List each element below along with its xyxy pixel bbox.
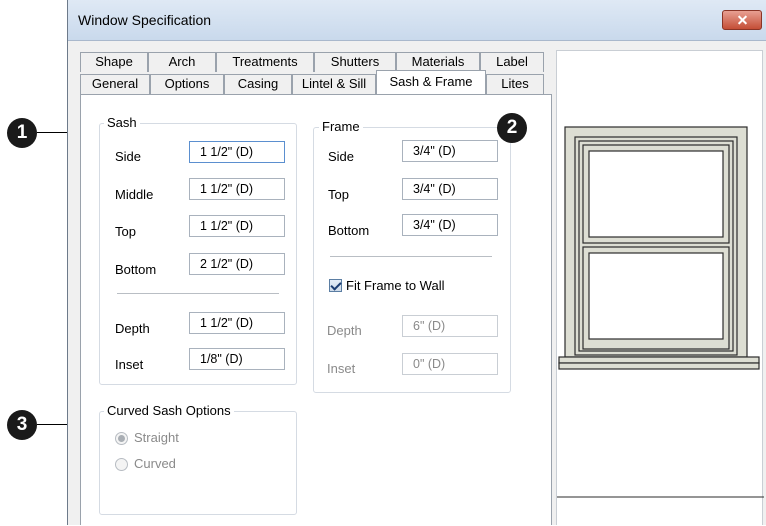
frame-side-label: Side — [328, 149, 355, 164]
frame-top-input[interactable]: 3/4" (D) — [402, 178, 498, 200]
tab-materials[interactable]: Materials — [396, 52, 480, 72]
sash-side-label: Side — [115, 149, 142, 164]
curved-sash-options-title: Curved Sash Options — [104, 403, 234, 418]
frame-side-input[interactable]: 3/4" (D) — [402, 140, 498, 162]
frame-group-title: Frame — [319, 119, 363, 134]
tab-shape[interactable]: Shape — [80, 52, 148, 72]
window-specification-dialog: Window Specification Shape Arch Treatmen… — [67, 0, 766, 525]
callout-1: 1 — [7, 118, 37, 148]
dialog-title: Window Specification — [78, 12, 212, 28]
sash-inset-input[interactable]: 1/8" (D) — [189, 348, 285, 370]
curved-radio[interactable] — [115, 458, 128, 471]
fit-frame-to-wall-checkbox[interactable] — [329, 279, 342, 292]
window-sill — [558, 356, 760, 364]
window-sill-base — [558, 362, 760, 370]
upper-glass — [588, 150, 724, 238]
tab-lintel-sill[interactable]: Lintel & Sill — [292, 74, 376, 94]
sash-top-label: Top — [115, 224, 136, 239]
tab-general[interactable]: General — [80, 74, 150, 94]
frame-top-label: Top — [328, 187, 349, 202]
sash-middle-label: Middle — [115, 187, 154, 202]
tab-arch[interactable]: Arch — [148, 52, 216, 72]
frame-bottom-label: Bottom — [328, 223, 370, 238]
frame-bottom-input[interactable]: 3/4" (D) — [402, 214, 498, 236]
tab-options[interactable]: Options — [150, 74, 224, 94]
sash-side-input[interactable]: 1 1/2" (D) — [189, 141, 285, 163]
sash-inset-label: Inset — [115, 357, 144, 372]
sash-bottom-label: Bottom — [115, 262, 157, 277]
frame-inset-input[interactable]: 0" (D) — [402, 353, 498, 375]
tab-sash-frame[interactable]: Sash & Frame — [376, 70, 486, 94]
close-button[interactable] — [722, 10, 762, 30]
callout-2: 2 — [497, 113, 527, 143]
window-preview-drawing — [557, 126, 764, 498]
sash-depth-input[interactable]: 1 1/2" (D) — [189, 312, 285, 334]
window-preview-pane — [556, 50, 764, 525]
tab-lites[interactable]: Lites — [486, 74, 544, 94]
straight-radio[interactable] — [115, 432, 128, 445]
title-bar: Window Specification — [68, 0, 766, 41]
sash-group-title: Sash — [104, 115, 140, 130]
straight-label[interactable]: Straight — [134, 430, 179, 445]
fit-frame-to-wall-label[interactable]: Fit Frame to Wall — [346, 278, 444, 293]
sash-depth-label: Depth — [115, 321, 150, 336]
frame-depth-label: Depth — [327, 323, 362, 338]
sash-frame-panel: Sash Side 1 1/2" (D) Middle 1 1/2" (D) T… — [80, 94, 552, 525]
tab-casing[interactable]: Casing — [224, 74, 292, 94]
tab-treatments[interactable]: Treatments — [216, 52, 314, 72]
sash-separator — [117, 293, 279, 294]
callout-3: 3 — [7, 410, 37, 440]
sash-middle-input[interactable]: 1 1/2" (D) — [189, 178, 285, 200]
sash-bottom-input[interactable]: 2 1/2" (D) — [189, 253, 285, 275]
tab-shutters[interactable]: Shutters — [314, 52, 396, 72]
frame-depth-input[interactable]: 6" (D) — [402, 315, 498, 337]
frame-inset-label: Inset — [327, 361, 356, 376]
tab-label[interactable]: Label — [480, 52, 544, 72]
lower-glass — [588, 252, 724, 340]
curved-sash-options-group — [99, 411, 297, 515]
frame-separator — [330, 256, 492, 257]
curved-label[interactable]: Curved — [134, 456, 176, 471]
sash-top-input[interactable]: 1 1/2" (D) — [189, 215, 285, 237]
